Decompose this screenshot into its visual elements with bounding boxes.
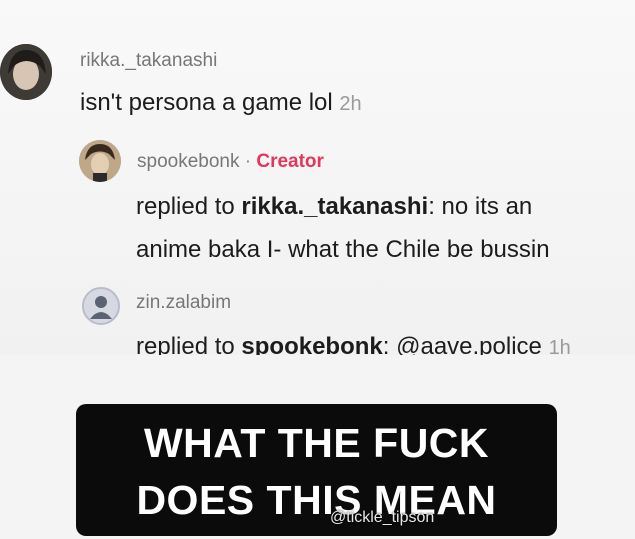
reply-target-link[interactable]: spookebonk bbox=[241, 333, 382, 355]
reply-target-link[interactable]: rikka._takanashi bbox=[241, 193, 428, 220]
avatar[interactable] bbox=[79, 140, 121, 182]
reply-text-line2: anime baka I- what the Chile be bussin bbox=[136, 236, 550, 263]
comment-username: spookebonk · Creator bbox=[137, 151, 324, 173]
user-avatar-icon bbox=[0, 44, 52, 100]
separator: · bbox=[244, 151, 252, 172]
comment-body: isn't persona a game lol bbox=[80, 89, 333, 116]
reply-text-line: replied to spookebonk: @aave.police 1h bbox=[136, 333, 571, 355]
meme-caption: WHAT THE FUCK DOES THIS MEAN bbox=[76, 404, 557, 536]
reply-prefix: replied to bbox=[136, 193, 242, 220]
comment-time: 2h bbox=[339, 93, 362, 115]
reply-text-line1: replied to rikka._takanashi: no its an bbox=[136, 193, 532, 221]
avatar[interactable] bbox=[82, 287, 120, 325]
caption-line2: DOES THIS MEAN bbox=[136, 477, 497, 523]
watermark: @tickle_tipson bbox=[330, 509, 435, 526]
reply-username[interactable]: spookebonk bbox=[137, 151, 239, 172]
reply-body: : no its an bbox=[428, 193, 533, 220]
user-avatar-icon bbox=[84, 289, 118, 323]
reply-prefix: replied to bbox=[136, 333, 242, 355]
creator-badge: Creator bbox=[256, 151, 324, 172]
comment-username[interactable]: zin.zalabim bbox=[136, 292, 231, 314]
user-avatar-icon bbox=[79, 140, 121, 182]
comment-time: 1h bbox=[548, 337, 571, 355]
caption-line1: WHAT THE FUCK bbox=[143, 420, 490, 466]
comment-thread: rikka._takanashi isn't persona a game lo… bbox=[0, 0, 635, 355]
comment-username[interactable]: rikka._takanashi bbox=[80, 50, 217, 72]
reply-body: : @aave.police bbox=[382, 333, 542, 355]
comment-text: isn't persona a game lol 2h bbox=[80, 89, 362, 117]
avatar[interactable] bbox=[0, 44, 52, 100]
